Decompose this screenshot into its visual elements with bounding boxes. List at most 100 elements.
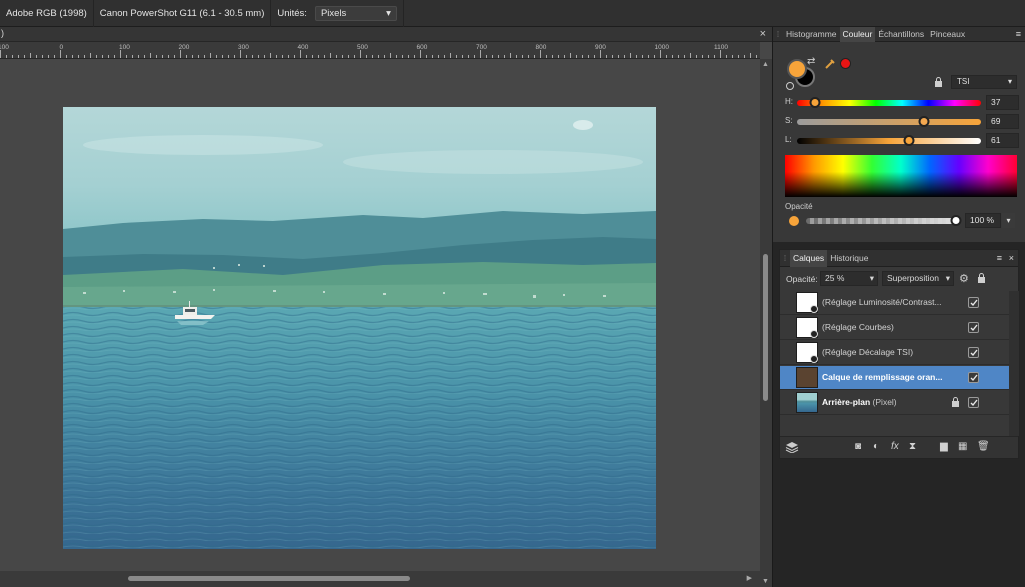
opacity-dropdown-icon[interactable]: ▾ [1002,213,1015,228]
lightness-slider-knob[interactable] [903,135,915,146]
opacity-slider-knob[interactable] [950,215,962,226]
live-filter-icon[interactable]: ⧗ [909,441,916,453]
ruler-tick [624,55,625,58]
layer-row[interactable]: Calque de remplissage oran... [780,366,1009,390]
layer-thumbnail [796,392,818,413]
ruler-tick [60,50,61,58]
color-panel-tabs: ⁞ Histogramme Couleur Échantillons Pince… [773,26,1025,42]
scroll-down-icon[interactable]: ▼ [762,578,769,585]
layer-row[interactable]: (Réglage Courbes) [780,316,1009,340]
layer-visibility-checkbox[interactable] [968,347,979,358]
lightness-slider[interactable] [797,135,981,146]
tab-echantillons[interactable]: Échantillons [875,27,927,42]
primary-color-swatch[interactable] [787,59,807,79]
color-spectrum[interactable] [785,155,1017,197]
ruler-tick [168,55,169,58]
photo-canvas[interactable] [63,107,656,549]
add-pixel-layer-icon[interactable]: ▦ [958,441,967,453]
ruler-tick [258,55,259,58]
ruler-tick [468,55,469,58]
ruler-tick [564,55,565,58]
layer-options-bar: Opacité: 25 % ▾ Superposition ▾ ⚙ [780,269,1018,289]
panel-menu-icon[interactable]: ≡ [997,250,1002,267]
hue-slider[interactable] [797,97,981,108]
saturation-slider-knob[interactable] [918,116,930,127]
ruler-tick [228,55,229,58]
tab-histogramme[interactable]: Histogramme [783,27,840,42]
ruler-tick [180,50,181,58]
units-select[interactable]: Pixels ▾ [314,5,397,21]
saturation-slider[interactable] [797,116,981,127]
layer-type-suffix: (Pixel) [870,397,897,407]
ruler-tick [534,55,535,58]
layer-visibility-checkbox[interactable] [968,322,979,333]
ruler-tick [420,50,421,58]
swap-colors-icon[interactable]: ⇄ [807,56,815,67]
ruler-tick [108,55,109,58]
hue-slider-knob[interactable] [809,97,821,108]
tab-couleur[interactable]: Couleur [839,26,876,42]
layers-scrollbar[interactable] [1009,291,1019,436]
ruler-tick [744,55,745,58]
document-tab[interactable]: ) × [0,27,772,42]
picked-color-swatch[interactable] [840,58,851,69]
lightness-value-field[interactable]: 61 [986,133,1019,148]
vertical-scroll-thumb[interactable] [763,254,768,401]
color-picker-icon[interactable] [824,58,836,72]
lock-icon[interactable] [977,273,986,285]
mask-layer-icon[interactable]: ◙ [855,441,861,453]
close-panel-icon[interactable]: × [1009,250,1014,267]
layers-stack-icon[interactable] [785,441,799,457]
ruler-tick [408,55,409,58]
scroll-right-icon[interactable]: ▶ [747,574,752,582]
tab-historique[interactable]: Historique [827,250,871,267]
tab-pinceaux[interactable]: Pinceaux [927,27,968,42]
tab-calques[interactable]: Calques [790,249,828,267]
hue-value-field[interactable]: 37 [986,95,1019,110]
ruler-tick [300,50,301,58]
layer-visibility-checkbox[interactable] [968,372,979,383]
color-model-select[interactable]: TSI ▾ [951,75,1017,89]
lock-icon[interactable] [951,397,960,409]
horizontal-scrollbar[interactable]: ▶ [0,571,760,587]
opacity-value-field[interactable]: 100 % [965,213,1001,228]
no-color-icon[interactable] [786,82,794,90]
opacity-slider[interactable] [806,215,962,226]
vertical-scrollbar[interactable]: ▲ ▼ [760,59,772,587]
layer-row[interactable]: (Réglage Luminosité/Contrast... [780,291,1009,315]
folder-icon[interactable]: ▆ [940,441,948,453]
layer-visibility-checkbox[interactable] [968,397,979,408]
layer-row[interactable]: (Réglage Décalage TSI) [780,341,1009,365]
panel-grip-icon[interactable]: ⁞ [780,254,790,263]
horizontal-scroll-thumb[interactable] [128,576,410,581]
trash-icon[interactable]: 🗑 [977,441,990,453]
ruler-tick [234,55,235,58]
ruler-tick [396,55,397,58]
gear-icon[interactable]: ⚙ [959,272,969,285]
adjustment-layer-icon[interactable]: ◐ [873,441,879,453]
ruler-tick [510,53,511,58]
scroll-up-icon[interactable]: ▲ [762,61,769,68]
layer-visibility-checkbox[interactable] [968,297,979,308]
layer-row[interactable]: Arrière-plan (Pixel) [780,391,1009,415]
ruler-tick [390,53,391,58]
ruler-tick [516,55,517,58]
horizontal-ruler: 100010020030040050060070080090010001100 [0,42,760,59]
ruler-tick [138,55,139,58]
saturation-value-field[interactable]: 69 [986,114,1019,129]
panel-menu-icon[interactable]: ≡ [1016,27,1021,42]
ruler-tick [378,55,379,58]
panel-grip-icon[interactable]: ⁞ [773,30,783,39]
ruler-tick [654,55,655,58]
lock-icon[interactable] [934,77,943,89]
blend-mode-select[interactable]: Superposition ▾ [882,271,954,286]
fx-icon[interactable]: fx [891,441,899,453]
ruler-tick [84,55,85,58]
ruler-tick [540,50,541,58]
layer-name: (Réglage Décalage TSI) [822,347,962,357]
document-tab-title: ) [1,28,4,38]
layer-opacity-select[interactable]: 25 % ▾ [820,271,878,286]
ruler-tick [546,55,547,58]
close-document-icon[interactable]: × [760,27,766,41]
ruler-tick [330,53,331,58]
